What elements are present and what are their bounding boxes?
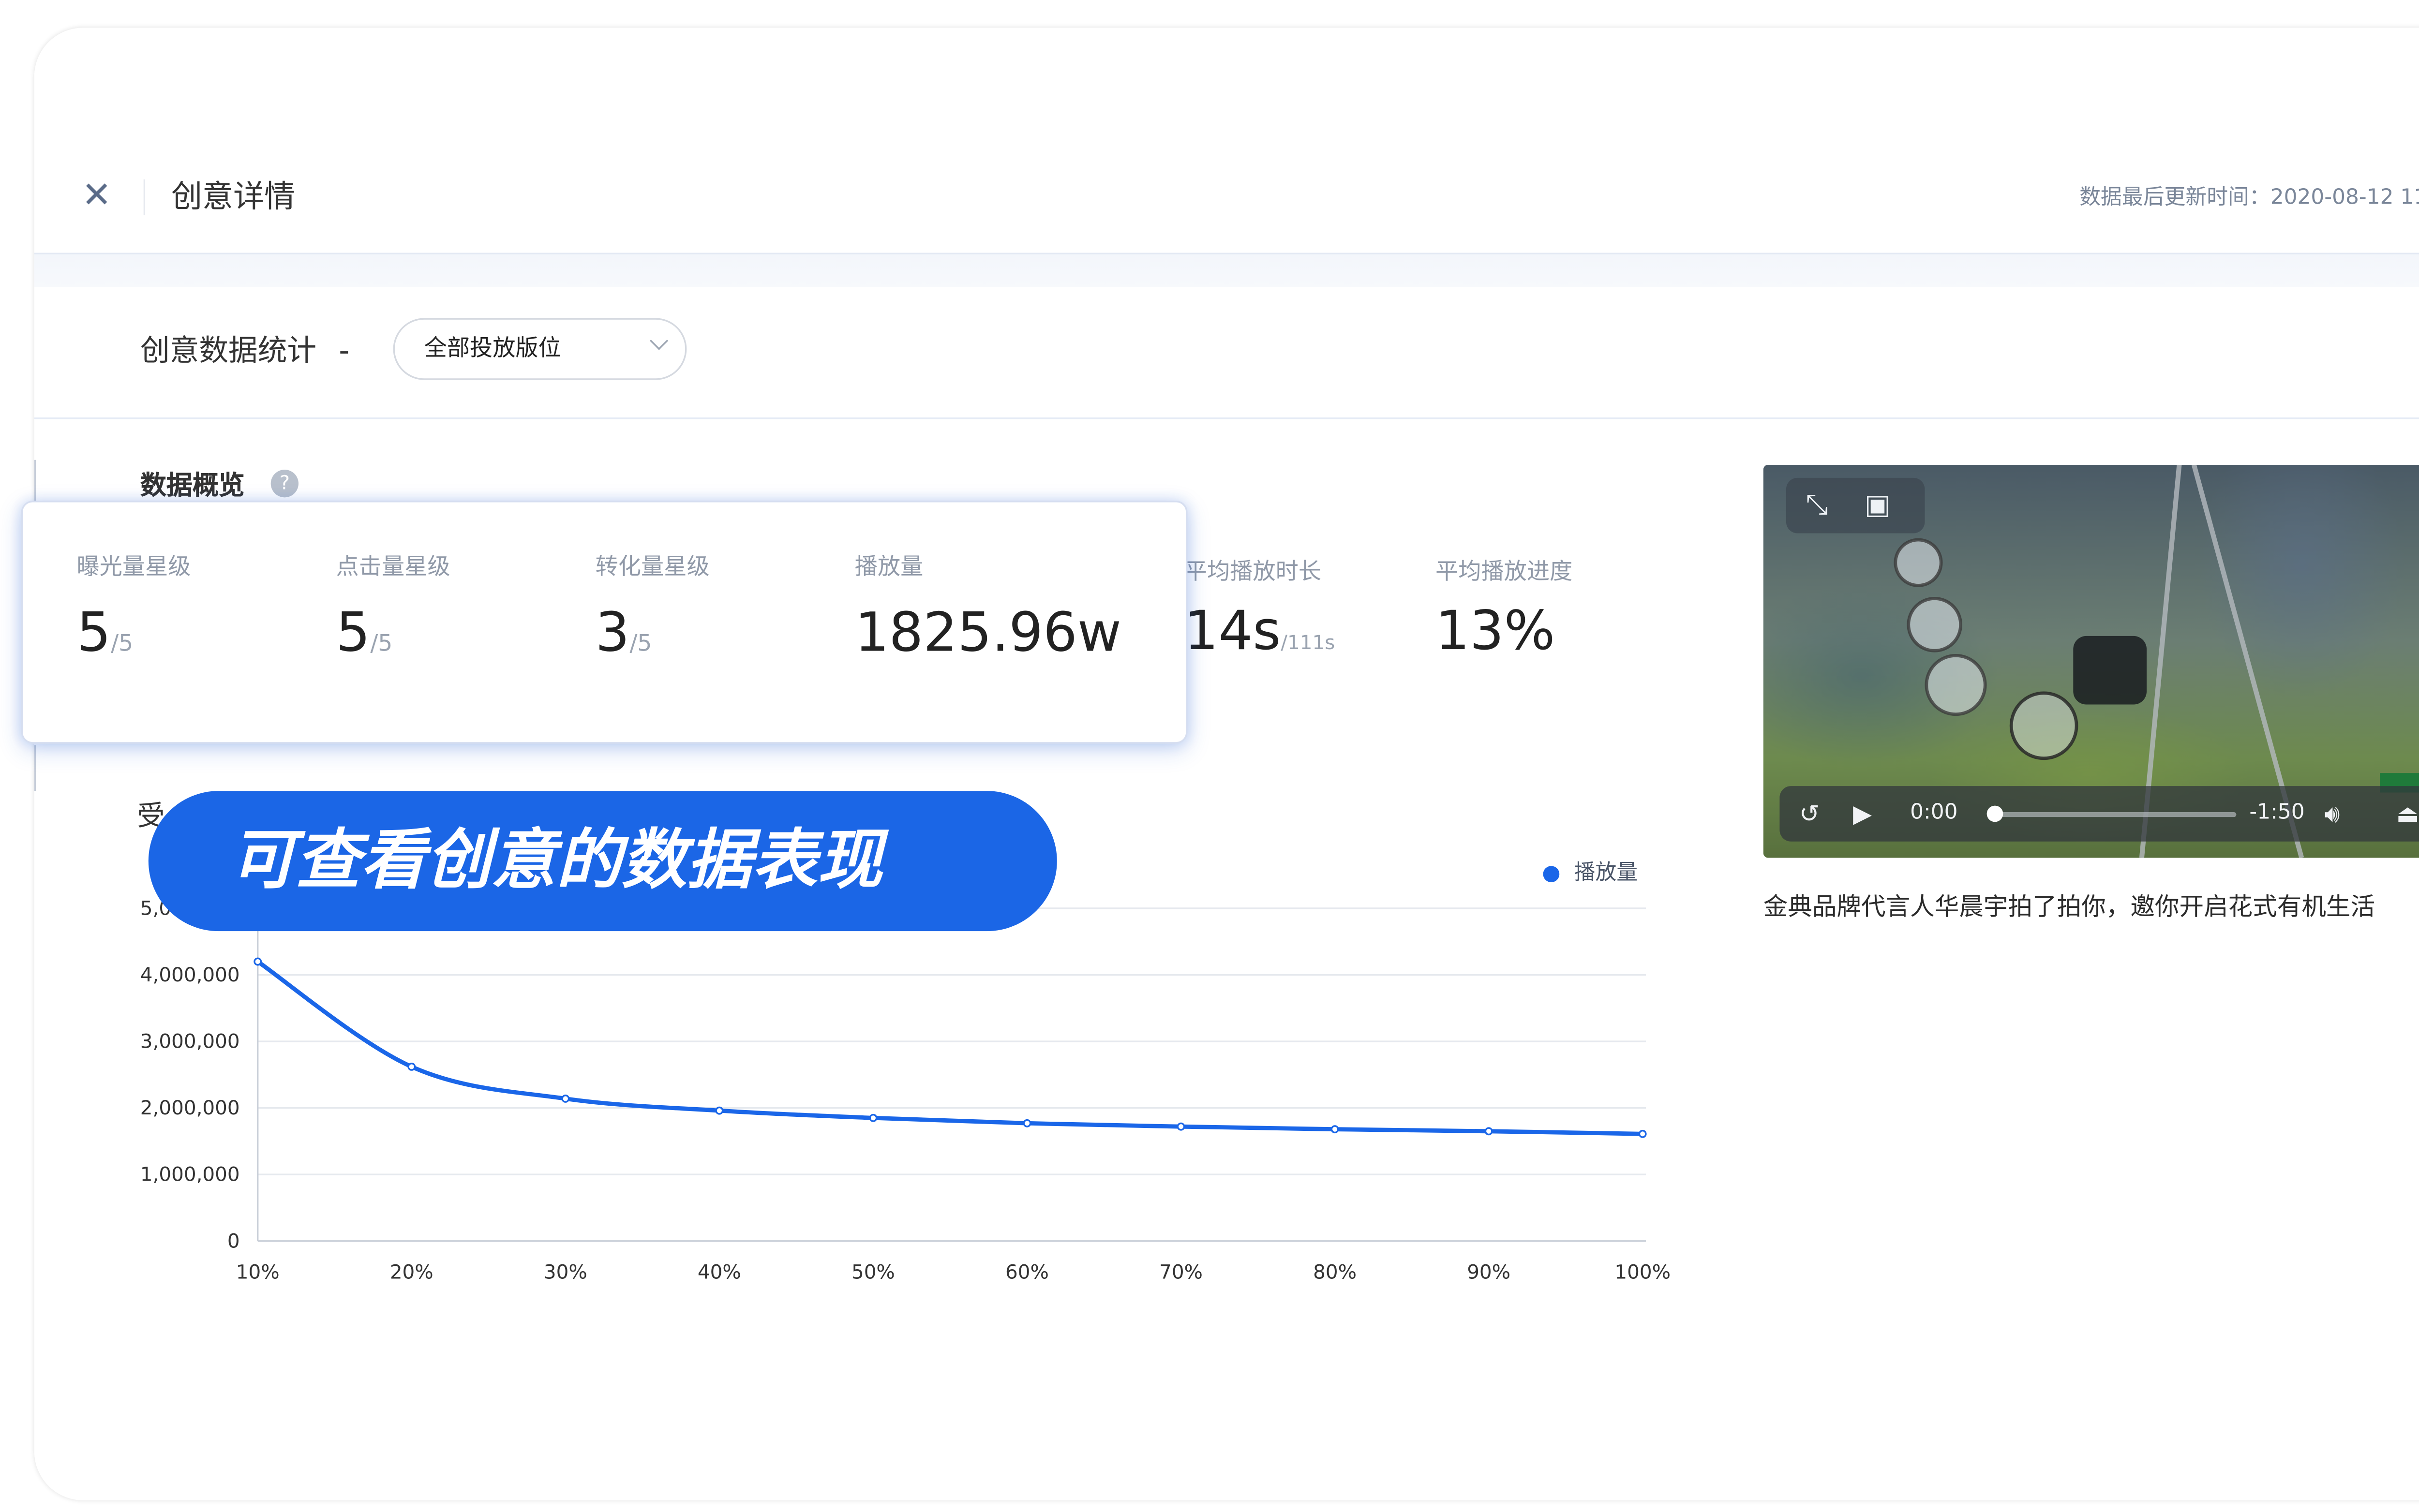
y-tick-label: 1,000,000 [140,1163,240,1186]
metric-label: 点击量星级 [336,554,450,581]
volume-icon[interactable]: 🔊︎ [2325,786,2340,842]
metric-number: 5 [76,600,111,664]
metric-value: 3/5 [596,600,710,677]
data-point [561,1094,570,1103]
metric-impressions-stars: 曝光量星级 5/5 [76,551,191,677]
x-tick-label: 40% [698,1260,741,1283]
metric-value: 5/5 [336,600,450,677]
data-point [869,1113,878,1122]
banner-text: 可查看创意的数据表现 [230,823,883,899]
creative-detail-panel: ✕ 创意详情 数据最后更新时间：2020-08-12 11:00 创意数据统计 … [34,28,2419,1500]
video-top-controls: ⤡ ▣ [1786,477,1925,534]
data-point [254,957,262,966]
y-tick-label: 3,000,000 [140,1030,240,1053]
x-tick-label: 60% [1005,1260,1049,1283]
metric-clicks-stars: 点击量星级 5/5 [336,551,450,677]
y-tick-label: 2,000,000 [140,1096,240,1119]
expand-icon[interactable]: ⤡ [1806,478,1828,534]
airplay-icon[interactable]: ⏏ [2396,786,2419,842]
time-current: 0:00 [1910,800,1958,826]
video-player[interactable]: ⤡ ▣ ↺ ▶ 0:00 -1:50 🔊︎ ⏏ [1763,464,2419,858]
x-tick-label: 80% [1313,1260,1357,1283]
data-point [407,1062,416,1071]
x-tick-label: 30% [544,1260,587,1283]
data-point [1177,1122,1185,1131]
x-tick-label: 50% [851,1260,895,1283]
metric-plays: 播放量 1825.96w [855,551,1121,666]
play-icon[interactable]: ▶ [1853,786,1872,842]
data-point [1638,1129,1647,1138]
metric-suffix: /5 [629,631,652,657]
y-tick-label: 0 [227,1229,240,1252]
x-tick-label: 10% [236,1260,280,1283]
legend-label[interactable]: 播放量 [1574,860,1638,889]
y-tick-label: 4,000,000 [140,963,240,986]
data-point [1330,1125,1339,1134]
metric-number: 5 [336,600,371,664]
legend-marker [1543,866,1560,883]
metric-label: 曝光量星级 [76,554,191,581]
pip-icon[interactable]: ▣ [1865,478,1891,534]
video-progress-handle[interactable] [1986,805,2003,822]
metric-value: 5/5 [76,600,191,677]
replay-15-icon[interactable]: ↺ [1799,786,1820,842]
feature-banner: 可查看创意的数据表现 [148,791,1057,932]
metric-conversion-stars: 转化量星级 3/5 [596,551,710,677]
metric-number: 3 [595,600,630,664]
metrics-highlight-card: 曝光量星级 5/5 点击量星级 5/5 转化量星级 3/5 播放量 1825.9… [21,501,1188,744]
data-point [715,1106,724,1115]
metric-suffix: /5 [111,631,134,657]
video-caption: 金典品牌代言人华晨宇拍了拍你，邀你开启花式有机生活 [1763,892,2375,921]
x-tick-label: 100% [1614,1260,1671,1283]
data-point [1023,1119,1031,1127]
metric-value: 1825.96w [854,600,1121,664]
time-remaining: -1:50 [2249,800,2305,826]
x-tick-label: 20% [390,1260,433,1283]
video-control-bar: ↺ ▶ 0:00 -1:50 🔊︎ ⏏ [1779,786,2419,842]
metric-label: 转化量星级 [595,554,710,581]
x-tick-label: 70% [1159,1260,1203,1283]
metric-label: 播放量 [854,554,924,581]
x-tick-label: 90% [1467,1260,1510,1283]
data-point [1484,1127,1493,1136]
metric-suffix: /5 [370,631,393,657]
video-progress-track[interactable] [1991,812,2237,817]
